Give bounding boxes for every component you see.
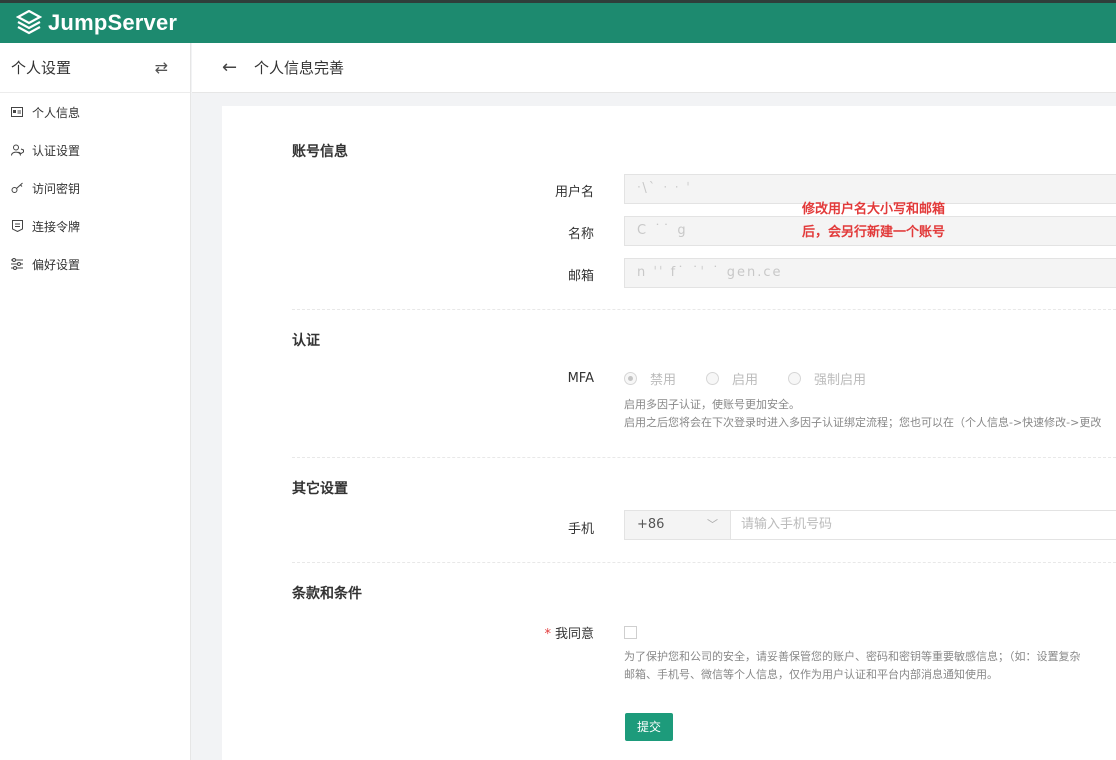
email-label: 邮箱 [567, 269, 594, 284]
switch-icon[interactable]: ⇄ [155, 58, 168, 77]
section-title-terms: 条款和条件 [292, 586, 362, 602]
sidebar-item-label: 访问密钥 [32, 181, 81, 196]
mfa-radio-group: 禁用 启用 强制启用 [624, 369, 896, 388]
sliders-icon [10, 257, 24, 271]
sidebar-title: 个人设置 [11, 59, 72, 77]
radio[interactable] [706, 372, 720, 385]
country-code-select[interactable]: +86 ﹀ [624, 510, 731, 540]
submit-button[interactable]: 提交 [625, 713, 673, 741]
user-shield-icon [10, 143, 24, 157]
annotation-line-1: 修改用户名大小写和邮箱 [802, 202, 946, 217]
phone-label: 手机 [567, 522, 594, 537]
phone-input[interactable]: 请输入手机号码 [731, 510, 1116, 540]
red-annotation: 修改用户名大小写和邮箱 后，会另行新建一个账号 [802, 198, 945, 244]
page-header: ← 个人信息完善 [192, 43, 1116, 93]
sidebar-item-auth-settings[interactable]: 认证设置 [0, 131, 190, 169]
required-asterisk: * [544, 627, 551, 642]
sidebar-item-label: 连接令牌 [32, 219, 81, 234]
mfa-option-enabled[interactable]: 启用 [706, 369, 758, 388]
section-title-account: 账号信息 [292, 144, 348, 160]
agree-label: * 我同意 [544, 627, 594, 642]
agree-checkbox[interactable] [624, 626, 637, 639]
chevron-down-icon: ﹀ [707, 518, 718, 531]
section-title-other: 其它设置 [292, 481, 348, 497]
sidebar-item-preferences[interactable]: 偏好设置 [0, 245, 190, 283]
section-title-auth: 认证 [292, 333, 320, 349]
sidebar-header: 个人设置 ⇄ [0, 43, 190, 93]
sidebar-item-label: 偏好设置 [32, 257, 81, 272]
sidebar-item-profile[interactable]: 个人信息 [0, 93, 190, 131]
sidebar-item-label: 个人信息 [32, 105, 81, 120]
terms-help-text: 为了保护您和公司的安全，请妥善保管您的账户、密码和密钥等重要敏感信息；（如：设置… [624, 650, 1081, 681]
annotation-line-2: 后，会另行新建一个账号 [802, 225, 946, 240]
app-name: JumpServer [48, 10, 178, 35]
mfa-help-text: 启用多因子认证，使账号更加安全。 启用之后您将会在下次登录时进入多因子认证绑定流… [624, 398, 1102, 429]
radio[interactable] [788, 372, 802, 385]
divider [292, 457, 1116, 458]
radio-checked[interactable] [624, 372, 637, 385]
sidebar-item-connection-token[interactable]: 连接令牌 [0, 207, 190, 245]
mfa-label: MFA [567, 371, 594, 386]
username-label: 用户名 [554, 185, 594, 200]
page-title: 个人信息完善 [254, 59, 345, 77]
top-navbar: JumpServer [0, 0, 1116, 43]
id-card-icon [10, 105, 24, 119]
mfa-option-disabled[interactable]: 禁用 [624, 369, 676, 388]
token-icon [10, 219, 24, 233]
key-icon [10, 181, 24, 195]
mfa-option-forced[interactable]: 强制启用 [788, 369, 866, 388]
email-field[interactable]: n ˈˈ f˙ ˙ˈ ˙ gen.ce [624, 258, 1116, 288]
arrow-left-icon[interactable]: ← [222, 57, 242, 78]
logo[interactable]: JumpServer [16, 10, 177, 36]
sidebar-item-access-keys[interactable]: 访问密钥 [0, 169, 190, 207]
jumpserver-logo-icon [16, 10, 42, 35]
divider [292, 309, 1116, 310]
name-label: 名称 [567, 227, 594, 242]
form-card: 账号信息 用户名 ᐧ\ˋ ᐧ ᐧ ˈ 名称 C ˙˙ g 邮箱 n ˈˈ f˙ … [222, 106, 1116, 760]
sidebar-item-label: 认证设置 [32, 143, 81, 158]
divider [292, 562, 1116, 563]
sidebar: 个人设置 ⇄ 个人信息 认证设置 访问密钥 连接令牌 偏好设置 [0, 43, 191, 760]
